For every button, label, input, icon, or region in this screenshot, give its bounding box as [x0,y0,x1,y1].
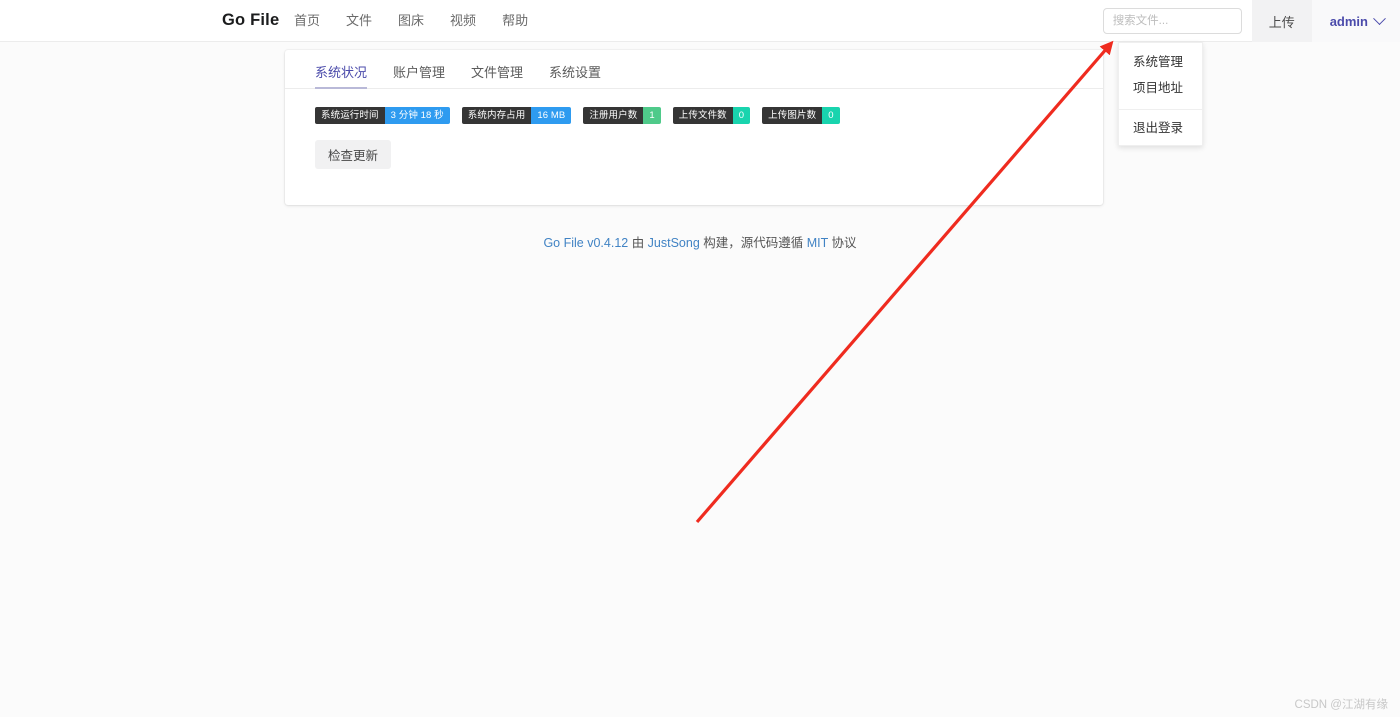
footer: Go File v0.4.12 由 JustSong 构建，源代码遵循 MIT … [0,232,1400,251]
status-badge-label: 上传文件数 [672,107,733,124]
account-menu-button[interactable]: admin [1311,0,1400,42]
status-badge-value: 3 分钟 18 秒 [384,107,450,124]
status-badge: 上传文件数 0 [672,107,751,124]
status-badge: 注册用户数 1 [583,107,661,124]
status-badge: 上传图片数 0 [762,107,840,124]
system-status-card: 系统状况 账户管理 文件管理 系统设置 系统运行时间 3 分钟 18 秒系统内存占… [285,50,1103,205]
footer-license-link[interactable]: MIT [807,236,828,250]
tab-system-status[interactable]: 系统状况 [315,66,380,89]
footer-text-built: 构建， [699,236,741,250]
brand-logo[interactable]: Go File [222,12,279,29]
watermark-text: CSDN @江湖有缘 [1294,699,1388,711]
tab-account-manage[interactable]: 账户管理 [380,66,458,88]
footer-author-link[interactable]: JustSong [648,236,700,250]
footer-text-license: 协议 [828,236,857,250]
nav-link-imagebed[interactable]: 图床 [385,14,437,27]
nav-links: 首页 文件 图床 视频 帮助 [294,14,541,27]
footer-text-source: 源代码遵循 [740,236,807,250]
footer-text-by: 由 [628,236,648,250]
status-badge-value: 0 [732,107,751,124]
status-badge-value: 16 MB [531,107,572,124]
dropdown-item-project-url[interactable]: 项目地址 [1119,75,1202,101]
status-badge-label: 注册用户数 [583,107,644,124]
status-badge: 系统内存占用 16 MB [461,107,572,124]
dropdown-item-system-admin[interactable]: 系统管理 [1119,49,1202,75]
nav-link-home[interactable]: 首页 [294,14,333,27]
account-dropdown-menu: 系统管理 项目地址 退出登录 [1118,42,1203,147]
status-badge: 系统运行时间 3 分钟 18 秒 [315,107,450,124]
top-navbar: Go File 首页 文件 图床 视频 帮助 上传 admin [0,0,1400,42]
status-badge-label: 上传图片数 [762,107,823,124]
account-label: admin [1329,13,1368,29]
search-input[interactable] [1102,8,1242,34]
tab-system-settings[interactable]: 系统设置 [536,66,614,88]
nav-link-help[interactable]: 帮助 [489,14,541,27]
chevron-down-icon [1373,11,1386,25]
status-badge-value: 0 [822,107,840,124]
nav-link-files[interactable]: 文件 [333,14,385,27]
card-body: 系统运行时间 3 分钟 18 秒系统内存占用 16 MB 注册用户数 1 上传文件数 0 上传… [285,89,1103,169]
upload-button[interactable]: 上传 [1251,0,1312,42]
tab-file-manage[interactable]: 文件管理 [458,66,536,88]
status-badge-value: 1 [643,107,661,124]
nav-link-video[interactable]: 视频 [437,14,489,27]
dropdown-divider [1119,108,1202,110]
footer-app-link[interactable]: Go File v0.4.12 [543,236,628,250]
dropdown-item-logout[interactable]: 退出登录 [1119,115,1202,141]
status-badge-label: 系统内存占用 [461,107,532,124]
status-badge-row: 系统运行时间 3 分钟 18 秒系统内存占用 16 MB 注册用户数 1 上传文件数 0 上传… [315,107,1103,124]
check-update-button[interactable]: 检查更新 [315,140,392,169]
navbar-right-group: 上传 admin [1102,0,1400,42]
status-badge-label: 系统运行时间 [315,107,385,124]
card-tabs: 系统状况 账户管理 文件管理 系统设置 [285,50,1103,89]
